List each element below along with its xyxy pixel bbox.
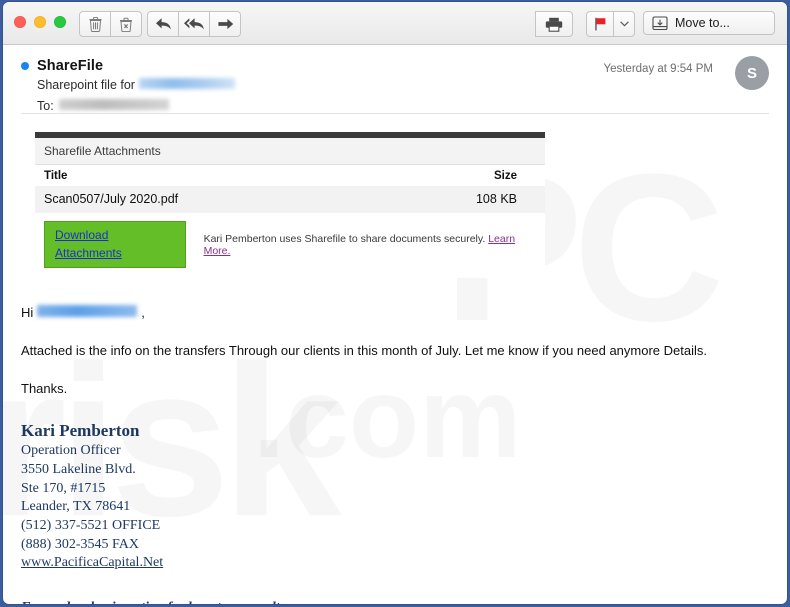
header-divider bbox=[21, 113, 769, 114]
sender-name: ShareFile bbox=[37, 58, 104, 74]
minimize-button[interactable] bbox=[34, 16, 46, 28]
unread-dot[interactable] bbox=[21, 62, 29, 70]
message-text: Hi , Attached is the info on the transfe… bbox=[21, 304, 769, 399]
subject-redacted-recipient bbox=[138, 78, 235, 89]
signature-website-line: www.PacificaCapital.Net bbox=[21, 554, 769, 573]
attachment-note-text: Kari Pemberton uses Sharefile to share d… bbox=[203, 232, 486, 245]
print-button[interactable] bbox=[535, 11, 573, 37]
signature-name: Kari Pemberton bbox=[21, 420, 140, 440]
avatar: S bbox=[735, 56, 769, 90]
mail-header: ShareFile Sharepoint file for To: Yester… bbox=[3, 45, 787, 113]
forward-button[interactable] bbox=[210, 11, 241, 37]
chevron-down-icon bbox=[619, 21, 629, 27]
signature-office-phone: (512) 337-5521 OFFICE bbox=[21, 517, 161, 533]
reply-button[interactable] bbox=[147, 11, 179, 37]
reply-all-button[interactable] bbox=[179, 11, 210, 37]
attachment-file-size: 108 KB bbox=[475, 192, 517, 206]
trash-icon bbox=[89, 16, 102, 32]
reply-arrow-icon bbox=[155, 17, 172, 31]
move-to-label: Move to... bbox=[675, 16, 730, 30]
subject-row: Sharepoint file for bbox=[37, 78, 769, 92]
close-button[interactable] bbox=[14, 16, 26, 28]
move-to-button[interactable]: Move to... bbox=[643, 11, 775, 35]
print-button-group bbox=[535, 11, 573, 37]
move-to-folder-icon bbox=[652, 15, 668, 31]
zoom-button[interactable] bbox=[54, 16, 66, 28]
flag-button-group bbox=[586, 11, 635, 37]
traffic-lights bbox=[14, 16, 66, 28]
signature-website-link[interactable]: www.PacificaCapital.Net bbox=[21, 555, 163, 570]
attachment-panel: Sharefile Attachments Title Size Scan050… bbox=[35, 132, 545, 278]
attachment-footer: Download Attachments Kari Pemberton uses… bbox=[35, 213, 545, 278]
reply-button-group bbox=[147, 11, 241, 37]
signature-fax: (888) 302-3545 FAX bbox=[21, 536, 139, 552]
download-attachments-button[interactable]: Download Attachments bbox=[44, 221, 186, 268]
forward-arrow-icon bbox=[217, 17, 234, 31]
message-paragraph: Attached is the info on the transfers Th… bbox=[21, 342, 707, 358]
subject-text: Sharepoint file for bbox=[37, 78, 135, 92]
flag-dropdown-button[interactable] bbox=[614, 11, 635, 37]
trash-x-icon bbox=[119, 17, 133, 32]
message-closing: Thanks. bbox=[21, 380, 68, 396]
signature-address-line2: Ste 170, #1715 bbox=[21, 480, 106, 496]
greeting-line: Hi , bbox=[21, 304, 769, 323]
junk-button[interactable] bbox=[111, 11, 142, 37]
signature-title: Operation Officer bbox=[21, 443, 121, 459]
table-row[interactable]: Scan0507/July 2020.pdf 108 KB bbox=[35, 186, 545, 213]
company-tagline: Focused, value investing for long term r… bbox=[21, 600, 769, 604]
signature-address-line3: Leander, TX 78641 bbox=[21, 499, 131, 515]
mail-window: Move to... ShareFile Sharepoint file for… bbox=[3, 2, 787, 604]
window-toolbar: Move to... bbox=[3, 2, 787, 45]
recipient-row: To: bbox=[37, 99, 769, 113]
to-label: To: bbox=[37, 99, 54, 113]
attachment-note: Kari Pemberton uses Sharefile to share d… bbox=[204, 233, 536, 257]
delete-button-group bbox=[79, 11, 142, 37]
greeting-comma: , bbox=[141, 305, 145, 320]
column-header-size: Size bbox=[493, 170, 517, 182]
flag-button[interactable] bbox=[586, 11, 614, 37]
message-timestamp: Yesterday at 9:54 PM bbox=[603, 63, 713, 75]
red-flag-icon bbox=[594, 17, 607, 31]
greeting-redacted-recipient bbox=[37, 305, 138, 317]
signature-block: Kari Pemberton Operation Officer 3550 La… bbox=[21, 420, 769, 573]
reply-all-arrow-icon bbox=[183, 17, 205, 31]
download-attachments-link[interactable]: Download Attachments bbox=[55, 228, 122, 260]
delete-button[interactable] bbox=[79, 11, 111, 37]
message-body: PC risk .com Sharefile Attachments Title… bbox=[3, 132, 787, 604]
recipient-redacted bbox=[58, 99, 169, 110]
signature-address-line1: 3550 Lakeline Blvd. bbox=[21, 462, 136, 478]
greeting-text: Hi bbox=[21, 305, 34, 320]
attachment-panel-title: Sharefile Attachments bbox=[35, 138, 545, 165]
attachment-file-name: Scan0507/July 2020.pdf bbox=[44, 192, 179, 206]
column-header-title: Title bbox=[44, 170, 68, 182]
printer-icon bbox=[545, 17, 563, 32]
attachment-table-header: Title Size bbox=[35, 165, 545, 186]
